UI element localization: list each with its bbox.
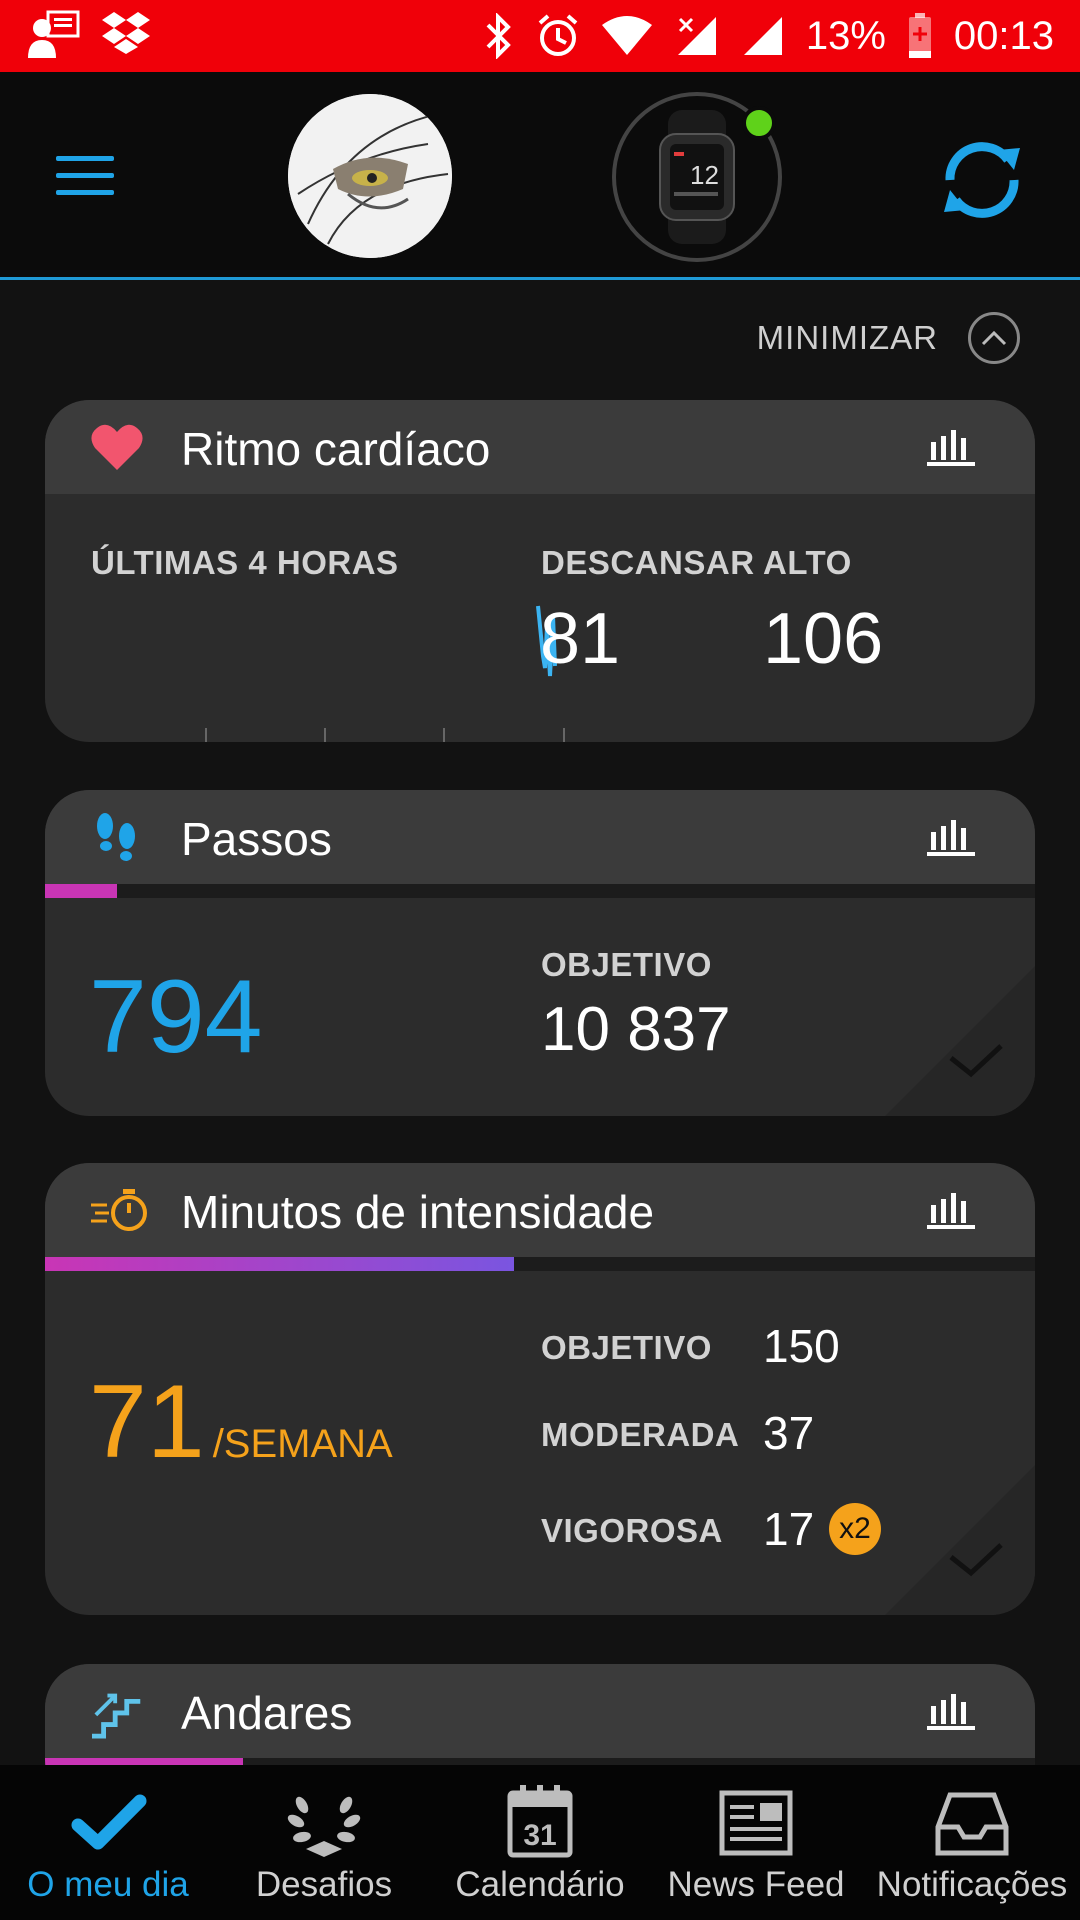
battery-percent: 13% [805,13,886,58]
newspaper-icon [719,1790,793,1856]
floors-title: Andares [181,1687,353,1739]
high-label: ALTO [763,544,852,581]
stats-chart-icon[interactable] [927,1692,975,1730]
goal-check-icon [885,966,1035,1116]
nav-label: Desafios [255,1865,393,1904]
intensity-value-group: 71 /SEMANA [89,1363,393,1482]
signal-no-service-icon [677,17,716,55]
nav-label: Notificações [876,1865,1068,1904]
steps-value: 794 [89,959,263,1075]
battery-icon [908,13,931,58]
footsteps-icon [97,813,135,861]
calendar-day: 31 [523,1819,556,1852]
intensity-minutes-card[interactable]: Minutos de intensidade 71 /SEMANA OBJETI… [45,1163,1035,1615]
calendar-icon: 31 [507,1785,573,1858]
svg-text:12: 12 [690,160,719,190]
stopwatch-icon [91,1189,147,1231]
minimize-label: MINIMIZAR [756,319,938,356]
app-header: 12 [0,72,1080,280]
steps-progress-fill [45,884,117,898]
goal-check-icon [885,1465,1035,1615]
signal-icon [743,17,782,55]
stairs-icon [92,1693,141,1739]
nav-label: Calendário [455,1865,625,1904]
moderate-value: 37 [763,1407,815,1459]
nav-challenges[interactable]: Desafios [216,1765,432,1920]
stats-chart-icon[interactable] [927,1191,975,1229]
intensity-progress-fill [45,1257,514,1271]
chevron-up-icon[interactable] [968,312,1020,364]
hamburger-menu-icon[interactable] [56,156,114,196]
intensity-goal-value: 150 [763,1320,840,1372]
intensity-title: Minutos de intensidade [181,1186,655,1238]
nav-label: News Feed [667,1865,845,1904]
intensity-progress-bar [45,1257,1035,1271]
laurel-icon [287,1796,361,1857]
intensity-card-header: Minutos de intensidade [45,1163,1035,1257]
steps-goal-label: OBJETIVO [541,946,712,983]
minimize-control[interactable]: MINIMIZAR [757,312,1020,364]
nav-calendar[interactable]: 31 Calendário [432,1765,648,1920]
steps-progress-bar [45,884,1035,898]
rest-label: DESCANSAR [541,544,755,581]
floors-card-header: Andares [45,1664,1035,1758]
intensity-unit: /SEMANA [212,1422,393,1466]
heart-rate-sparkline [205,605,565,742]
steps-card[interactable]: Passos 794 OBJETIVO 10 837 [45,790,1035,1116]
status-bar: 13% 00:13 [0,0,1080,72]
sync-icon[interactable] [936,134,1028,226]
heart-icon [91,424,143,470]
nav-news-feed[interactable]: News Feed [648,1765,864,1920]
moderate-label: MODERADA [541,1416,740,1453]
vigorous-multiplier-badge: x2 [829,1503,881,1555]
vigorous-label: VIGOROSA [541,1512,723,1549]
intensity-value: 71 [89,1364,205,1480]
wifi-icon [601,16,652,55]
high-value: 106 [763,599,884,679]
bluetooth-icon [486,13,511,59]
inbox-icon [935,1792,1009,1856]
alarm-icon [538,14,578,56]
stats-chart-icon[interactable] [927,428,975,466]
vigorous-value: 17 [763,1503,815,1555]
steps-card-header: Passos [45,790,1035,884]
heart-rate-card-header: Ritmo cardíaco [45,400,1035,494]
steps-title: Passos [181,813,332,865]
profile-avatar[interactable] [288,94,452,258]
checkmark-icon [71,1794,147,1850]
heart-rate-card[interactable]: Ritmo cardíaco ÚLTIMAS 4 HORAS DESCANSAR… [45,400,1035,742]
nav-label: O meu dia [27,1865,189,1904]
heart-range-label: ÚLTIMAS 4 HORAS [91,544,399,581]
nav-notifications[interactable]: Notificações [864,1765,1080,1920]
heart-rate-title: Ritmo cardíaco [181,423,491,475]
intensity-goal-label: OBJETIVO [541,1329,712,1366]
nav-my-day[interactable]: O meu dia [0,1765,216,1920]
clock-time: 00:13 [953,13,1054,58]
bottom-navigation: O meu dia Desafios 31 Calendário News Fe… [0,1765,1080,1920]
screen: 13% 00:13 12 MINIMIZAR Ritmo cardíaco ÚL… [0,0,1080,1920]
stats-chart-icon[interactable] [927,818,975,856]
account-notification-icon [28,10,80,58]
dropbox-icon [102,12,150,54]
device-connected-indicator [742,106,776,140]
steps-goal-value: 10 837 [541,995,731,1064]
rest-value: 81 [540,599,621,679]
